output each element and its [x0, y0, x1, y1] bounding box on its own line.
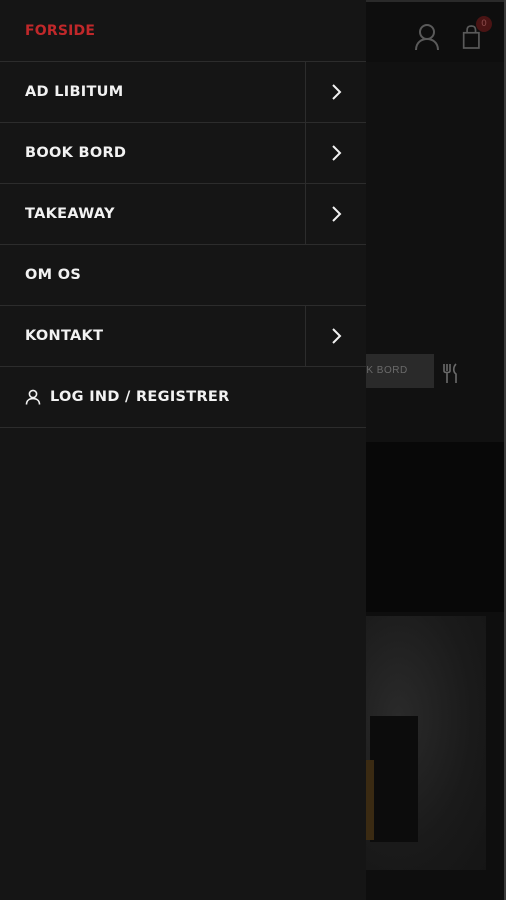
login-register-link[interactable]: LOG IND / REGISTRER: [0, 367, 366, 428]
submenu-toggle[interactable]: [305, 306, 366, 366]
menu-item-label[interactable]: TAKEAWAY: [0, 184, 305, 244]
menu-item-label[interactable]: KONTAKT: [0, 306, 305, 366]
cutlery-icon: [443, 363, 457, 383]
photo-shadow: [370, 716, 418, 842]
menu-item-kontakt[interactable]: KONTAKT: [0, 306, 366, 367]
menu-item-om-os[interactable]: OM OS: [0, 245, 366, 306]
chevron-right-icon: [332, 145, 342, 161]
submenu-toggle[interactable]: [305, 123, 366, 183]
menu-item-label[interactable]: OM OS: [0, 245, 366, 305]
submenu-toggle[interactable]: [305, 62, 366, 122]
menu-item-ad-libitum[interactable]: AD LIBITUM: [0, 62, 366, 123]
submenu-toggle[interactable]: [305, 184, 366, 244]
drawer-home-row[interactable]: FORSIDE: [0, 0, 366, 62]
account-icon[interactable]: [414, 22, 440, 52]
cart-count-badge: 0: [476, 16, 492, 32]
menu-item-book-bord[interactable]: BOOK BORD: [0, 123, 366, 184]
photo-accent: [366, 760, 374, 840]
header-actions: 0: [414, 16, 492, 52]
login-register-label[interactable]: LOG IND / REGISTRER: [50, 389, 230, 405]
menu-item-takeaway[interactable]: TAKEAWAY: [0, 184, 366, 245]
user-icon: [25, 389, 41, 405]
chevron-right-icon: [332, 328, 342, 344]
menu-item-label[interactable]: BOOK BORD: [0, 123, 305, 183]
home-link[interactable]: FORSIDE: [25, 23, 95, 39]
chevron-right-icon: [332, 84, 342, 100]
cart-button[interactable]: 0: [462, 16, 492, 52]
navigation-drawer: FORSIDE AD LIBITUM BOOK BORD TAKEAWAY OM…: [0, 0, 366, 900]
menu-item-label[interactable]: AD LIBITUM: [0, 62, 305, 122]
chevron-right-icon: [332, 206, 342, 222]
